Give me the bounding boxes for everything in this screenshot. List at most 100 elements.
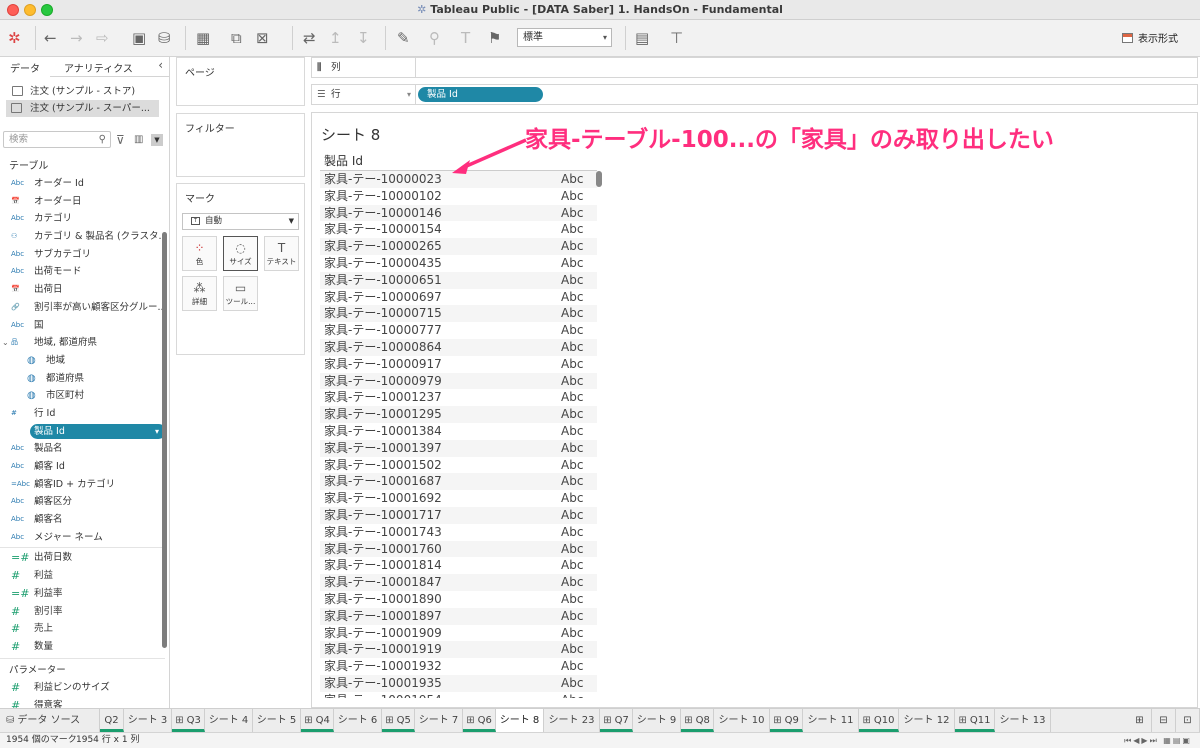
table-row[interactable]: 家具-テー-10001847 Abc — [320, 574, 597, 591]
new-dashboard-icon[interactable]: ⊟ — [1152, 709, 1176, 732]
list-view-icon[interactable]: ▥ — [134, 134, 143, 145]
sort-ascending-icon[interactable]: ↥ — [329, 28, 342, 48]
show-me-button[interactable]: 表示形式 — [1122, 30, 1178, 45]
table-row[interactable]: 家具-テー-10000651 Abc — [320, 271, 597, 289]
sheet-tab[interactable]: シート 23 — [544, 709, 600, 732]
sheet-tab[interactable]: シート 6 — [334, 709, 382, 732]
tab-data[interactable]: データ — [0, 57, 50, 77]
sheet-tab[interactable]: ⊞ Q7 — [600, 709, 633, 732]
table-row[interactable]: 家具-テー-10001897 Abc — [320, 607, 597, 625]
table-row[interactable]: 家具-テー-10000154 Abc — [320, 221, 597, 238]
mark-type-select[interactable]: T 自動 ▼ — [182, 213, 299, 230]
table-row[interactable]: 家具-テー-10001935 Abc — [320, 674, 597, 692]
chevron-down-icon[interactable]: ▾ — [407, 85, 411, 104]
sort-descending-icon[interactable]: ↧ — [357, 28, 370, 48]
redo-icon[interactable]: → — [70, 28, 83, 48]
text-button[interactable]: T テキスト — [264, 236, 299, 271]
tab-datasource[interactable]: ⛁ データ ソース — [0, 709, 100, 732]
filter-icon[interactable]: ⊽ — [116, 133, 125, 147]
sheet-tab[interactable]: シート 11 — [803, 709, 859, 732]
size-button[interactable]: ◌ サイズ — [223, 236, 258, 271]
sheet-tab[interactable]: ⊞ Q3 — [172, 709, 205, 732]
sheet-tab[interactable]: シート 4 — [205, 709, 253, 732]
table-row[interactable]: 家具-テー-10001692 Abc — [320, 490, 597, 507]
sheet-tab[interactable]: Q2 — [100, 709, 124, 732]
tableau-logo-icon[interactable]: ✲ — [8, 28, 21, 48]
field-item[interactable]: Abc 出荷モード — [0, 263, 165, 281]
table-row[interactable]: 家具-テー-10001717 Abc — [320, 506, 597, 524]
sheet-tab[interactable]: ⊞ Q5 — [382, 709, 415, 732]
field-item[interactable]: Abc サブカテゴリ — [0, 246, 165, 264]
columns-shelf[interactable]: ⫼ 列 — [311, 57, 1198, 78]
table-row[interactable]: 家具-テー-10001909 Abc — [320, 625, 597, 642]
table-row[interactable]: 家具-テー-10000979 Abc — [320, 372, 597, 390]
hierarchy-item[interactable]: ⌄ 品 地域, 都道府県 — [0, 334, 165, 352]
field-item[interactable]: 📅 オーダー日 — [0, 193, 165, 211]
sheet-tab[interactable]: シート 5 — [253, 709, 301, 732]
datasource-item[interactable]: 注文 (サンプル - ストア) — [0, 83, 169, 100]
field-item[interactable]: # 割引率 — [0, 603, 165, 621]
table-row[interactable]: 家具-テー-10001954 Abc — [320, 692, 597, 698]
group-icon[interactable]: ⚲ — [429, 28, 440, 48]
field-item[interactable]: # 利益 — [0, 567, 165, 585]
rows-shelf[interactable]: ☰ 行 ▾ 製品 Id — [311, 84, 1198, 105]
sheet-tab[interactable]: ⊞ Q9 — [770, 709, 803, 732]
geo-field-item[interactable]: ◍ 市区町村 — [0, 387, 165, 405]
field-item[interactable]: =# 出荷日数 — [0, 549, 165, 567]
chevron-down-icon[interactable]: ▼ — [151, 134, 163, 146]
row-pill-product-id[interactable]: 製品 Id — [418, 87, 543, 102]
table-row[interactable]: 家具-テー-10001295 Abc — [320, 406, 597, 423]
field-item[interactable]: # 行 Id — [0, 405, 165, 423]
table-row[interactable]: 家具-テー-10001384 Abc — [320, 423, 597, 440]
collapse-icon[interactable]: ⌄ — [2, 334, 9, 352]
sheet-tab[interactable]: シート 9 — [633, 709, 681, 732]
panel-scrollbar[interactable] — [162, 232, 167, 648]
geo-field-item[interactable]: ◍ 地域 — [0, 352, 165, 370]
pages-card[interactable]: ページ — [176, 57, 305, 106]
sheet-tab[interactable]: ⊞ Q4 — [301, 709, 334, 732]
save-icon[interactable]: ▣ — [132, 28, 146, 48]
field-search-input[interactable]: 検索 ⚲ — [3, 131, 111, 148]
highlight-icon[interactable]: ✎ — [397, 28, 410, 48]
table-row[interactable]: 家具-テー-10000777 Abc — [320, 322, 597, 339]
sheet-tab[interactable]: ⊞ Q6 — [463, 709, 496, 732]
sheet-tab[interactable]: シート 7 — [415, 709, 463, 732]
table-row[interactable]: 家具-テー-10000917 Abc — [320, 356, 597, 373]
sheet-tab[interactable]: シート 10 — [714, 709, 770, 732]
table-row[interactable]: 家具-テー-10001760 Abc — [320, 540, 597, 558]
field-item[interactable]: # 数量 — [0, 638, 165, 656]
table-row[interactable]: 家具-テー-10001397 Abc — [320, 439, 597, 457]
column-header[interactable]: 製品 Id — [324, 152, 363, 169]
new-story-icon[interactable]: ⊡ — [1176, 709, 1200, 732]
data-table[interactable]: 家具-テー-10000023 Abc 家具-テー-10000102 Abc 家具-テー-… — [320, 170, 597, 698]
new-sheet-icon[interactable]: ▦ — [196, 28, 210, 48]
table-row[interactable]: 家具-テー-10000146 Abc — [320, 204, 597, 222]
table-row[interactable]: 家具-テー-10000864 Abc — [320, 338, 597, 356]
filters-card[interactable]: フィルター — [176, 113, 305, 177]
datasource-item-selected[interactable]: 注文 (サンプル - スーパー... — [6, 100, 159, 117]
tooltip-button[interactable]: ▭ ツール... — [223, 276, 258, 311]
pin-icon[interactable]: ⚑ — [488, 28, 501, 48]
color-button[interactable]: ⁘ 色 — [182, 236, 217, 271]
table-row[interactable]: 家具-テー-10000715 Abc — [320, 305, 597, 323]
field-item[interactable]: Abc 国 — [0, 317, 165, 335]
replay-icon[interactable]: ⇨ — [96, 28, 109, 48]
show-labels-icon[interactable]: T — [461, 28, 470, 48]
table-row[interactable]: 家具-テー-10001743 Abc — [320, 524, 597, 541]
field-item[interactable]: 📅 出荷日 — [0, 281, 165, 299]
sheet-navigation[interactable]: ⏮◀▶⏭ ▦▤▣ — [1124, 733, 1192, 748]
sheet-tab[interactable]: ⊞ Q10 — [859, 709, 899, 732]
fit-combo[interactable]: 標準 ▾ — [517, 28, 612, 47]
field-item[interactable]: =Abc 顧客ID + カテゴリ — [0, 476, 165, 494]
duplicate-sheet-icon[interactable]: ⧉ — [231, 28, 242, 48]
table-row[interactable]: 家具-テー-10000265 Abc — [320, 238, 597, 255]
sheet-tab[interactable]: シート 13 — [995, 709, 1051, 732]
field-item[interactable]: Abc 顧客区分 — [0, 493, 165, 511]
table-row[interactable]: 家具-テー-10001919 Abc — [320, 641, 597, 659]
table-row[interactable]: 家具-テー-10001687 Abc — [320, 473, 597, 491]
table-row[interactable]: 家具-テー-10001814 Abc — [320, 557, 597, 574]
swap-rows-columns-icon[interactable]: ⇄ — [303, 28, 316, 48]
clear-sheet-icon[interactable]: ⊠ — [256, 28, 269, 48]
field-item[interactable]: Abc 製品名 — [0, 440, 165, 458]
new-worksheet-icon[interactable]: ⊞ — [1128, 709, 1152, 732]
